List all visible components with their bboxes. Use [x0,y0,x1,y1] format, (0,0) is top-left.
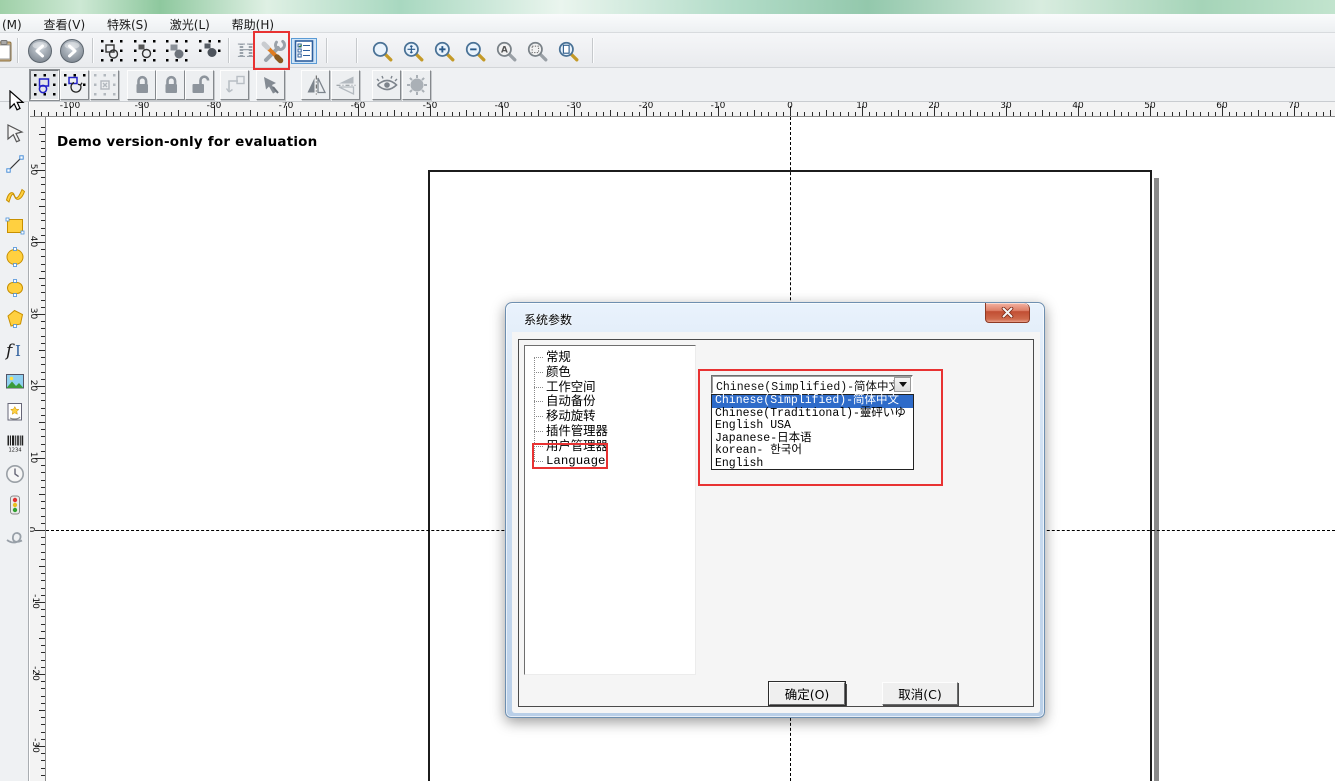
node-dark-icon[interactable] [196,37,224,65]
node-edit-tool[interactable] [1,118,28,147]
zoom-page-icon[interactable] [554,37,582,65]
annotation-box-language-combo [698,369,943,486]
select-disabled-icon[interactable] [90,70,119,100]
tree-item-general[interactable]: 常规 [525,350,695,365]
dialog-title[interactable]: 系统参数 [524,311,572,328]
line-tool[interactable] [1,149,28,178]
menu-item-laser[interactable]: 激光(L) [161,14,219,33]
rounded-rect-tool[interactable] [1,273,28,302]
select-tool[interactable] [1,86,28,115]
barcode-tool[interactable]: 1234 [1,428,28,457]
draw-toolbar: fI 1234 [0,102,29,781]
ok-button[interactable]: 确定(O) [769,682,845,705]
io-signal-tool[interactable] [1,490,28,519]
application-window: (M) 查看(V) 特殊(S) 激光(L) 帮助(H) H [0,0,1335,781]
curve-tool[interactable] [1,180,28,209]
dialog-client-area: 常规 颜色 工作空间 自动备份 移动旋转 插件管理器 用户管理器 Languag… [512,332,1040,713]
svg-text:I: I [15,342,21,360]
zoom-selected-icon[interactable] [523,37,551,65]
tree-item-workspace[interactable]: 工作空间 [525,380,695,395]
toolbar-separator [228,38,230,63]
zoom-window-icon[interactable] [368,37,396,65]
system-parameters-dialog: 系统参数 常规 颜色 工作空间 自动备份 移动旋转 插件管理器 用户管理器 La… [505,302,1045,718]
horizontal-ruler: -100-90-80-70-60-50-40-30-20-10010203040… [30,102,1335,117]
zoom-pan-icon[interactable] [399,37,427,65]
tree-item-color[interactable]: 颜色 [525,365,695,380]
node-fill-icon[interactable] [163,37,191,65]
tree-item-plugin-manager[interactable]: 插件管理器 [525,424,695,439]
back-button[interactable] [26,37,54,65]
svg-text:A: A [501,46,508,56]
demo-watermark: Demo version-only for evaluation [57,134,317,150]
zoom-all-icon[interactable]: A [492,37,520,65]
menu-item-view[interactable]: 查看(V) [35,14,95,33]
select-rotate-icon[interactable] [60,70,89,100]
tree-item-move-rotate[interactable]: 移动旋转 [525,409,695,424]
page-shadow [1154,178,1159,781]
node-select-icon[interactable] [98,37,126,65]
select-transform-icon[interactable] [30,70,59,100]
svg-text:1234: 1234 [8,447,22,453]
preview-icon[interactable] [372,70,401,100]
settings-tree: 常规 颜色 工作空间 自动备份 移动旋转 插件管理器 用户管理器 Languag… [524,345,696,675]
toolbar-separator [592,38,594,63]
desktop-background-strip [0,0,1335,14]
cancel-button[interactable]: 取消(C) [882,682,958,705]
delay-tool[interactable] [1,459,28,488]
svg-text:f: f [4,341,15,361]
lock-icon[interactable] [127,70,156,100]
paste-icon[interactable] [0,37,16,65]
node-add-icon[interactable] [131,37,159,65]
polygon-tool[interactable] [1,304,28,333]
toolbar-separator [92,38,94,63]
object-list-icon[interactable] [291,38,317,64]
zoom-in-icon[interactable] [430,37,458,65]
vertical-ruler: -30-20-1001020304050 [30,117,46,781]
toolbar-standard: H A [0,33,1335,68]
preview-2-icon[interactable] [402,70,431,100]
forward-button[interactable] [58,37,86,65]
toolbar-separator [17,38,19,63]
spiral-tool[interactable] [1,521,28,550]
toolbar-separator [356,38,358,63]
zoom-out-icon[interactable] [461,37,489,65]
unlock-icon[interactable] [185,70,214,100]
annotation-box-system-parameters [253,31,290,70]
text-tool[interactable]: fI [1,335,28,364]
snap-corner-icon[interactable] [220,70,249,100]
toolbar-separator [326,38,328,63]
tree-item-autobackup[interactable]: 自动备份 [525,394,695,409]
mirror-vertical-icon[interactable] [301,70,330,100]
lock-2-icon[interactable] [156,70,185,100]
mirror-horizontal-icon[interactable] [331,70,360,100]
menu-item-special[interactable]: 特殊(S) [98,14,157,33]
close-icon [1001,307,1014,318]
vector-file-tool[interactable] [1,397,28,426]
close-button[interactable] [985,303,1030,323]
bitmap-tool[interactable] [1,366,28,395]
rectangle-tool[interactable] [1,211,28,240]
toolbar-object [0,68,1335,102]
annotation-box-language-item [532,443,608,469]
menu-bar: (M) 查看(V) 特殊(S) 激光(L) 帮助(H) [0,14,1335,33]
ellipse-tool[interactable] [1,242,28,271]
shape-cursor-icon[interactable] [256,70,285,100]
